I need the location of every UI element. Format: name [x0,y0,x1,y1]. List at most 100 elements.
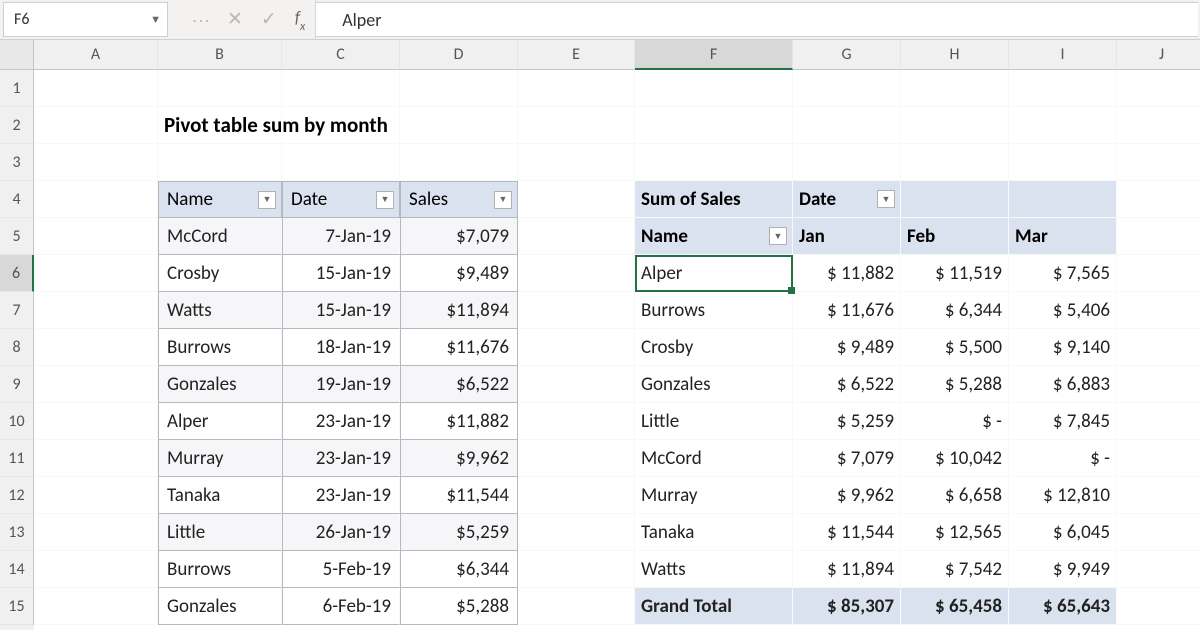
src-header-name[interactable]: Name▼ [158,181,282,218]
pivot-value: $ 12,565 [901,514,1009,551]
pivot-value: $ 11,882 [793,255,901,292]
col-header-j[interactable]: J [1117,40,1200,70]
pivot-row-name: Alper [635,255,793,292]
col-header-f[interactable]: F [635,40,793,70]
pivot-value: $ - [901,403,1009,440]
page-title: Pivot table sum by month [158,107,282,144]
col-header-h[interactable]: H [901,40,1009,70]
insert-function-icon[interactable]: fx [295,7,305,31]
chevron-down-icon[interactable]: ▼ [150,13,161,26]
table-row: Alper [158,403,282,440]
filter-dropdown-icon[interactable]: ▼ [769,227,787,245]
pivot-value: $ 7,845 [1009,403,1117,440]
row-header-3[interactable]: 3 [0,144,34,181]
col-header-i[interactable]: I [1009,40,1117,70]
pivot-row-name: Gonzales [635,366,793,403]
pivot-value: $ 5,288 [901,366,1009,403]
row-header-6[interactable]: 6 [0,255,34,292]
table-row: Burrows [158,329,282,366]
table-row: McCord [158,218,282,255]
src-header-sales[interactable]: Sales▼ [400,181,518,218]
row-header-14[interactable]: 14 [0,551,34,588]
row-header-2[interactable]: 2 [0,107,34,144]
pivot-row-name: Watts [635,551,793,588]
row-header-12[interactable]: 12 [0,477,34,514]
col-header-g[interactable]: G [793,40,901,70]
cancel-icon[interactable]: ✕ [227,8,243,31]
filter-dropdown-icon[interactable]: ▼ [376,191,394,209]
name-box-text: F6 [14,10,29,29]
select-all-corner[interactable] [0,40,34,70]
pivot-value: $ 5,259 [793,403,901,440]
pivot-value: $ 11,894 [793,551,901,588]
src-header-date[interactable]: Date▼ [282,181,400,218]
pivot-value: $ 9,489 [793,329,901,366]
col-header-a[interactable]: A [34,40,158,70]
pivot-value: $ - [1009,440,1117,477]
column-headers: ABCDEFGHIJ [34,40,1200,70]
pivot-grand-total-value: $ 65,458 [901,588,1009,625]
pivot-value: $ 5,500 [901,329,1009,366]
pivot-row-name: Little [635,403,793,440]
pivot-measure-label: Sum of Sales [635,181,793,218]
pivot-row-name: Crosby [635,329,793,366]
formula-input[interactable]: Alper [316,2,1198,37]
row-header-7[interactable]: 7 [0,292,34,329]
formula-bar-icons: ⋮ ✕ ✓ fx [171,0,316,39]
row-header-8[interactable]: 8 [0,329,34,366]
pivot-value: $ 12,810 [1009,477,1117,514]
table-row: Murray [158,440,282,477]
pivot-col-feb: Feb [901,218,1009,255]
pivot-row-name: Murray [635,477,793,514]
pivot-grand-total-value: $ 65,643 [1009,588,1117,625]
pivot-col-field[interactable]: Date▼ [793,181,901,218]
pivot-value: $ 7,079 [793,440,901,477]
formula-bar: F6 ▼ ⋮ ✕ ✓ fx Alper [0,0,1200,40]
pivot-col-jan: Jan [793,218,901,255]
table-row: Watts [158,292,282,329]
pivot-value: $ 9,962 [793,477,901,514]
row-header-13[interactable]: 13 [0,514,34,551]
table-row: Little [158,514,282,551]
table-row: Tanaka [158,477,282,514]
row-header-5[interactable]: 5 [0,218,34,255]
worksheet: 123456789101112131415 ABCDEFGHIJ Pivot t… [0,40,1200,630]
col-header-c[interactable]: C [282,40,400,70]
pivot-value: $ 11,676 [793,292,901,329]
pivot-value: $ 5,406 [1009,292,1117,329]
col-header-d[interactable]: D [400,40,518,70]
pivot-value: $ 6,522 [793,366,901,403]
filter-dropdown-icon[interactable]: ▼ [258,191,276,209]
pivot-row-field[interactable]: Name▼ [635,218,793,255]
pivot-grand-total-label: Grand Total [635,588,793,625]
pivot-value: $ 6,883 [1009,366,1117,403]
pivot-value: $ 11,544 [793,514,901,551]
pivot-row-name: Tanaka [635,514,793,551]
row-header-11[interactable]: 11 [0,440,34,477]
filter-dropdown-icon[interactable]: ▼ [494,191,512,209]
filter-dropdown-icon[interactable]: ▼ [877,190,895,208]
pivot-value: $ 7,565 [1009,255,1117,292]
pivot-row-name: McCord [635,440,793,477]
pivot-value: $ 7,542 [901,551,1009,588]
table-row: Gonzales [158,588,282,625]
name-box[interactable]: F6 ▼ [3,2,168,37]
pivot-value: $ 11,519 [901,255,1009,292]
row-header-4[interactable]: 4 [0,181,34,218]
pivot-row-name: Burrows [635,292,793,329]
pivot-grand-total-value: $ 85,307 [793,588,901,625]
enter-icon[interactable]: ✓ [261,8,277,31]
table-row: Crosby [158,255,282,292]
row-header-1[interactable]: 1 [0,70,34,107]
row-header-10[interactable]: 10 [0,403,34,440]
col-header-e[interactable]: E [518,40,635,70]
pivot-value: $ 6,344 [901,292,1009,329]
row-header-15[interactable]: 15 [0,588,34,625]
pivot-col-mar: Mar [1009,218,1117,255]
row-header-9[interactable]: 9 [0,366,34,403]
row-header-gutter: 123456789101112131415 [0,40,34,630]
col-header-b[interactable]: B [158,40,282,70]
pivot-value: $ 10,042 [901,440,1009,477]
table-row: Burrows [158,551,282,588]
cells-area[interactable]: Pivot table sum by month Name▼ Date▼ Sal… [34,70,1200,625]
